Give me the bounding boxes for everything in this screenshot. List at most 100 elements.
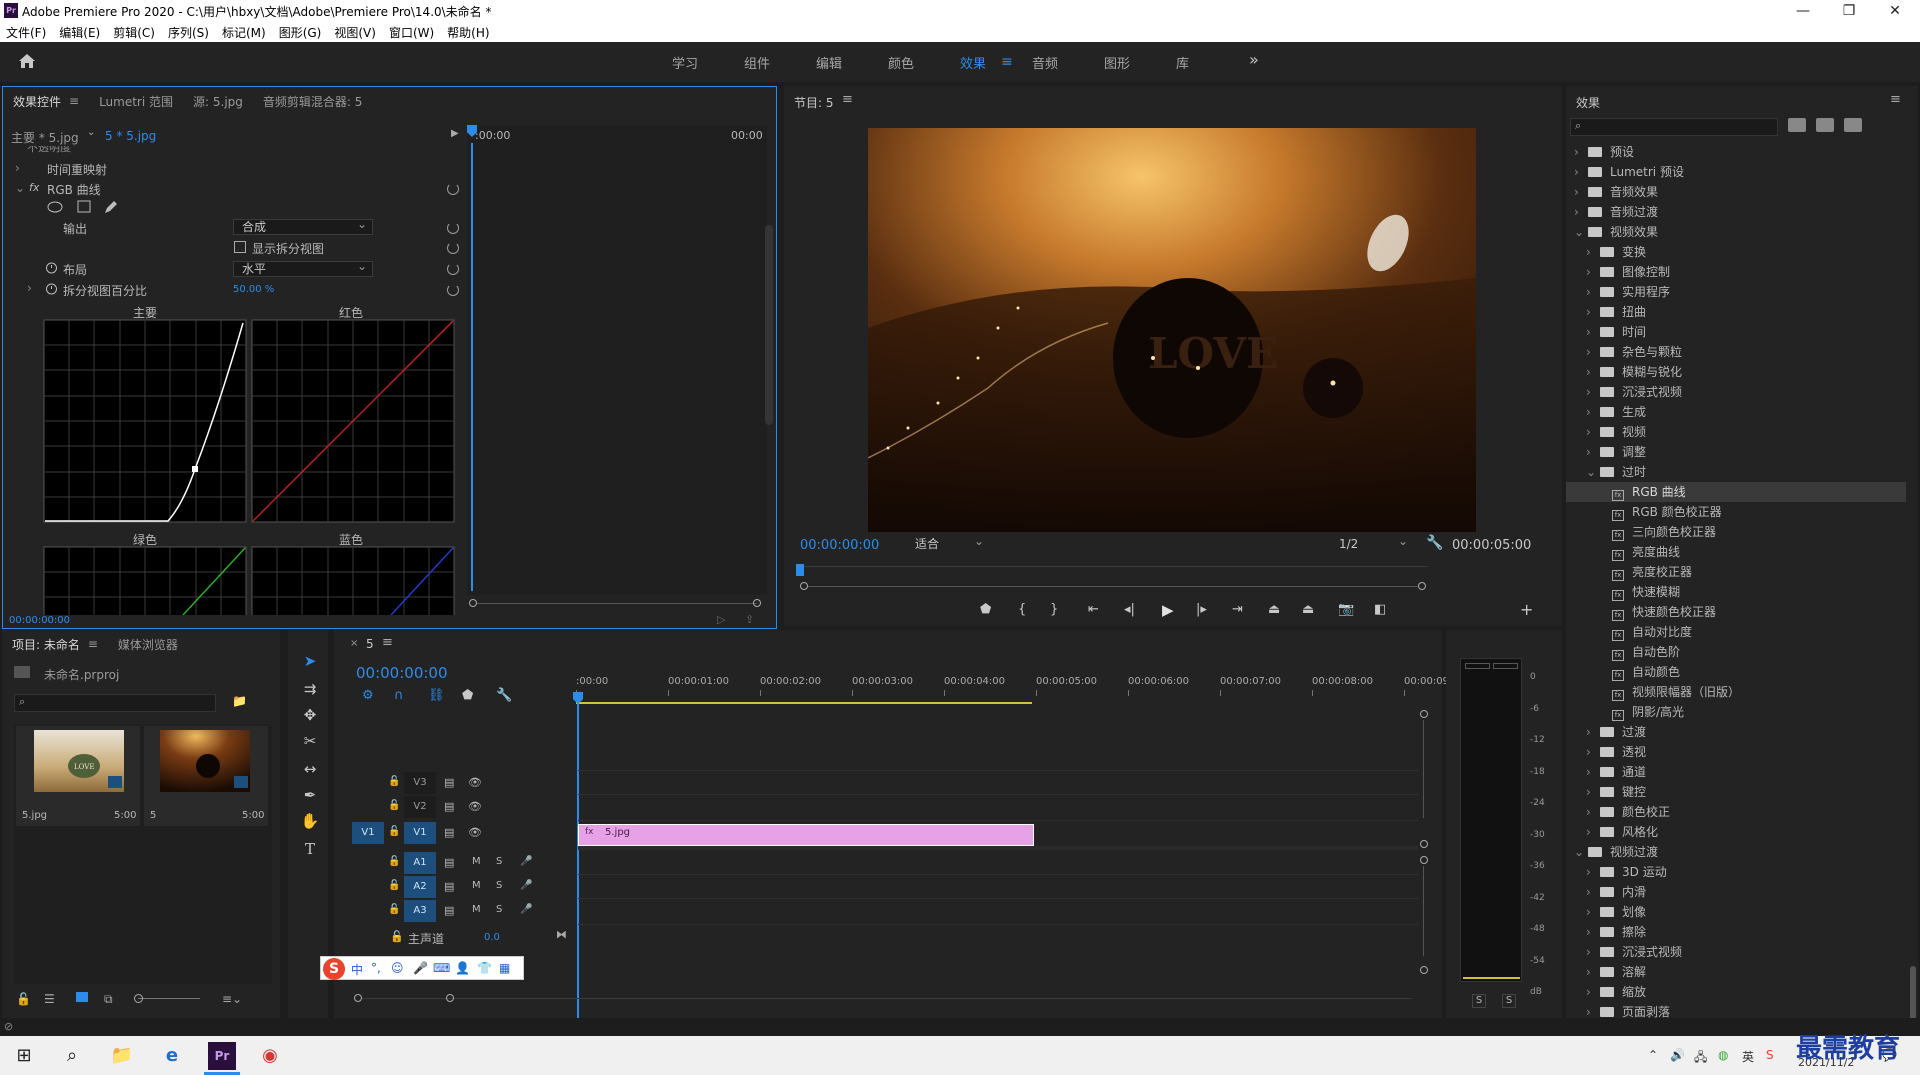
chevron-right-icon[interactable]: › [1586,302,1600,322]
chevron-right-icon[interactable]: › [1586,802,1600,822]
chevron-right-icon[interactable]: › [1586,362,1600,382]
master-curve-graph[interactable] [43,319,247,523]
chevron-down-icon[interactable]: ⌄ [1574,842,1588,862]
menu-item[interactable]: 帮助(H) [447,24,489,41]
chevron-right-icon[interactable]: › [1586,982,1600,1002]
go-to-out-icon[interactable]: ⇥ [1232,602,1243,617]
expand-arrow-icon[interactable]: › [15,161,20,175]
effects-folder[interactable]: › 预设 [1566,142,1906,162]
menu-item[interactable]: 文件(F) [6,24,46,41]
voice-over-icon[interactable]: 🎤 [520,856,532,867]
yuv-effects-icon[interactable] [1844,118,1862,132]
ellipse-mask-icon[interactable] [47,201,63,213]
video-clip[interactable]: fx 5.jpg [578,824,1034,846]
effects-folder[interactable]: ⌄ 视频过渡 [1566,842,1906,862]
chevron-right-icon[interactable]: › [1586,762,1600,782]
program-zoom-right[interactable] [1418,582,1426,590]
track-target[interactable]: V1 [404,822,436,844]
ec-playhead[interactable] [471,143,473,591]
lock-icon[interactable]: 🔓 [388,904,400,915]
lift-icon[interactable]: ⏏ [1268,602,1280,617]
lock-icon[interactable]: 🔓 [16,992,31,1006]
chevron-right-icon[interactable]: › [1586,862,1600,882]
effects-folder[interactable]: › 音频效果 [1566,182,1906,202]
export-icon[interactable]: ⇪ [745,613,754,626]
reset-icon[interactable] [447,183,459,195]
effects-folder[interactable]: › 生成 [1566,402,1906,422]
work-area-bar[interactable] [576,702,1032,704]
program-video-frame[interactable]: LOVE [868,128,1476,532]
opacity-property[interactable]: 不透明度 [27,146,71,153]
freeform-view-icon[interactable]: ⧉ [104,992,113,1007]
effects-item[interactable]: fx 亮度校正器 [1566,562,1906,582]
effects-folder[interactable]: › 内滑 [1566,882,1906,902]
project-search-input[interactable]: ⌕ [14,694,216,712]
workspace-tab[interactable]: 效果 [960,53,986,72]
track-target[interactable]: A2 [404,876,436,898]
ripple-edit-tool-icon[interactable]: ✥ [298,704,322,726]
comparison-view-icon[interactable]: ◧ [1374,602,1386,617]
effects-folder[interactable]: › 音频过渡 [1566,202,1906,222]
split-percent-value[interactable]: 50.00 % [233,284,274,295]
edge-icon[interactable]: e [158,1042,186,1070]
ec-zoom-right-handle[interactable] [753,599,761,607]
program-zoom-bar[interactable] [808,586,1418,587]
premiere-taskbar-icon[interactable]: Pr [208,1042,236,1070]
menu-item[interactable]: 图形(G) [279,24,322,41]
play-audio-icon[interactable]: ▷ [717,613,725,626]
chevron-right-icon[interactable]: › [1574,162,1588,182]
workspace-tab[interactable]: 音频 [1032,53,1058,72]
expand-arrow-icon[interactable]: › [27,281,32,295]
panel-tab[interactable]: 源: 5.jpg [193,93,243,110]
chevron-right-icon[interactable]: › [1574,142,1588,162]
razor-tool-icon[interactable]: ✂ [298,730,322,752]
effects-folder[interactable]: ⌄ 过时 [1566,462,1906,482]
sort-icon[interactable]: ≡⌄ [222,992,242,1006]
slip-tool-icon[interactable]: ↔ [298,758,322,780]
rectangle-mask-icon[interactable] [77,200,91,213]
chevron-right-icon[interactable]: › [1586,722,1600,742]
keyboard-icon[interactable]: ⌨ [433,961,450,975]
go-to-end-icon[interactable]: ⧓ [556,928,567,941]
timeline-zoom-bar[interactable] [362,998,1412,999]
effects-folder[interactable]: › 3D 运动 [1566,862,1906,882]
solo-button[interactable]: S [496,856,502,867]
selection-tool-icon[interactable]: ➤ [298,650,322,672]
reset-icon[interactable] [447,242,459,254]
lock-icon[interactable]: 🔓 [388,776,400,787]
sogou-logo-icon[interactable]: S [323,958,345,980]
solo-right-button[interactable]: S [1502,994,1516,1008]
chevron-right-icon[interactable]: › [1586,262,1600,282]
effects-folder[interactable]: › 透视 [1566,742,1906,762]
program-playhead[interactable] [796,564,804,576]
effects-item[interactable]: fx 亮度曲线 [1566,542,1906,562]
step-back-icon[interactable]: ◂| [1124,602,1135,617]
effects-folder[interactable]: › 视频 [1566,422,1906,442]
chevron-down-icon[interactable]: ⌄ [87,127,95,138]
play-icon[interactable]: ▶ [1162,601,1174,619]
effects-title[interactable]: 效果 [1576,94,1600,111]
punctuation-icon[interactable]: °, [371,961,381,975]
chevron-right-icon[interactable]: › [1586,942,1600,962]
more-workspaces-icon[interactable]: » [1249,50,1259,69]
menu-item[interactable]: 序列(S) [168,24,209,41]
effects-folder[interactable]: › 变换 [1566,242,1906,262]
mark-out-icon[interactable]: } [1050,602,1058,617]
effects-folder[interactable]: › 颜色校正 [1566,802,1906,822]
effects-item[interactable]: fx RGB 颜色校正器 [1566,502,1906,522]
source-patch-v1[interactable]: V1 [352,822,384,844]
toolbox-icon[interactable]: ▦ [499,961,510,975]
chevron-down-icon[interactable]: ⌄ [1586,462,1600,482]
solo-left-button[interactable]: S [1472,994,1486,1008]
panel-tab[interactable]: 项目: 未命名 [12,636,80,653]
video-scroll-top[interactable] [1420,710,1428,718]
stopwatch-icon[interactable] [45,261,58,274]
taskbar-search-icon[interactable]: ⌕ [58,1042,86,1070]
effects-item[interactable]: fx 快速颜色校正器 [1566,602,1906,622]
linked-selection-icon[interactable]: ⛓ [428,688,445,703]
close-button[interactable]: ✕ [1872,1,1918,21]
wrench-icon[interactable]: 🔧 [496,688,512,703]
mute-button[interactable]: M [472,880,481,891]
effects-folder[interactable]: › 擦除 [1566,922,1906,942]
red-curve-graph[interactable] [251,319,455,523]
